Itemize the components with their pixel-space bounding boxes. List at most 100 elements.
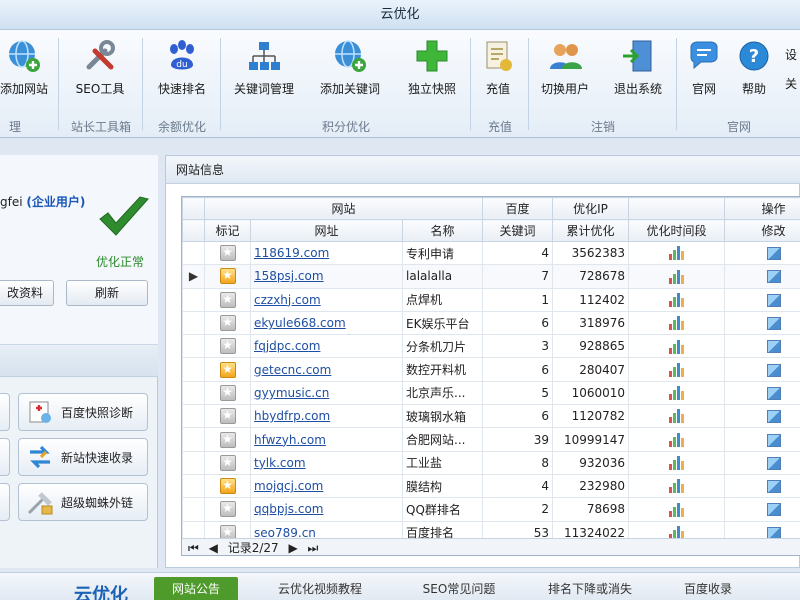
table-row[interactable]: hfwzyh.com合肥网站...3910999147: [182, 427, 800, 452]
site-url-link[interactable]: qqbpjs.com: [250, 497, 403, 522]
bar-chart-icon[interactable]: [669, 269, 685, 284]
edit-icon[interactable]: [766, 340, 781, 354]
edit-cell[interactable]: [724, 264, 800, 289]
snapshot-button[interactable]: 独立快照: [400, 36, 464, 128]
edit-cell[interactable]: [724, 450, 800, 475]
edit-icon[interactable]: [766, 456, 781, 470]
edit-profile-button[interactable]: 改资料: [0, 280, 54, 306]
exit-system-button[interactable]: 退出系统: [606, 36, 670, 128]
edit-icon[interactable]: [766, 363, 781, 377]
star-icon[interactable]: [219, 408, 236, 425]
tool-stub-button[interactable]: [0, 393, 10, 431]
tab-seo-faq[interactable]: SEO常见问题: [404, 577, 514, 600]
bar-chart-icon[interactable]: [669, 456, 685, 471]
column-header-url[interactable]: 网址: [250, 219, 403, 242]
row-selector[interactable]: [182, 427, 205, 452]
bar-chart-icon[interactable]: [669, 339, 685, 354]
star-icon[interactable]: [219, 454, 236, 471]
mark-cell[interactable]: [204, 450, 251, 475]
edit-icon[interactable]: [766, 247, 781, 261]
add-keyword-button[interactable]: 添加关键词: [314, 36, 386, 128]
keyword-manage-button[interactable]: 关键词管理: [226, 36, 302, 128]
row-selector[interactable]: [182, 334, 205, 359]
official-site-button[interactable]: 官网: [684, 36, 724, 128]
edit-icon[interactable]: [766, 410, 781, 424]
star-icon[interactable]: [219, 338, 236, 355]
help-button[interactable]: ? 帮助: [734, 36, 774, 128]
star-icon[interactable]: [219, 431, 236, 448]
bar-chart-icon[interactable]: [669, 432, 685, 447]
mark-cell[interactable]: [204, 310, 251, 336]
column-header-keywords[interactable]: 关键词: [482, 219, 554, 242]
column-header-timespan[interactable]: 优化时间段: [628, 219, 726, 242]
star-icon[interactable]: [219, 315, 236, 332]
mark-cell[interactable]: [204, 404, 251, 429]
table-row[interactable]: ▶ 158psj.comlalalalla7728678: [182, 264, 800, 289]
mark-cell[interactable]: [204, 357, 251, 382]
edit-icon[interactable]: [766, 433, 781, 447]
table-row[interactable]: fqjdpc.com分条机刀片3928865: [182, 334, 800, 359]
star-icon[interactable]: [219, 245, 236, 262]
edit-cell[interactable]: [724, 473, 800, 499]
tab-site-notice[interactable]: 网站公告: [154, 577, 238, 600]
edit-cell[interactable]: [724, 497, 800, 522]
timespan-cell[interactable]: [628, 497, 726, 522]
timespan-cell[interactable]: [628, 473, 726, 499]
site-url-link[interactable]: tylk.com: [250, 450, 403, 475]
edit-icon[interactable]: [766, 480, 781, 494]
row-selector[interactable]: [182, 473, 205, 499]
edit-icon[interactable]: [766, 317, 781, 331]
row-selector[interactable]: ▶: [182, 264, 205, 289]
bar-chart-icon[interactable]: [669, 409, 685, 424]
edit-cell[interactable]: [724, 427, 800, 452]
site-url-link[interactable]: ekyule668.com: [250, 310, 403, 336]
mark-cell[interactable]: [204, 287, 251, 312]
table-row[interactable]: ekyule668.comEK娱乐平台6318976: [182, 310, 800, 336]
site-url-link[interactable]: getecnc.com: [250, 357, 403, 382]
mark-cell[interactable]: [204, 380, 251, 406]
table-row[interactable]: tylk.com工业盐8932036: [182, 450, 800, 475]
row-selector[interactable]: [182, 357, 205, 382]
star-icon[interactable]: [219, 361, 236, 378]
site-url-link[interactable]: czzxhj.com: [250, 287, 403, 312]
site-url-link[interactable]: fqjdpc.com: [250, 334, 403, 359]
table-row[interactable]: hbydfrp.com玻璃钢水箱61120782: [182, 404, 800, 429]
timespan-cell[interactable]: [628, 404, 726, 429]
mark-cell[interactable]: [204, 427, 251, 452]
mark-cell[interactable]: [204, 334, 251, 359]
tab-video-tutorial[interactable]: 云优化视频教程: [262, 577, 378, 600]
table-row[interactable]: czzxhj.com点焊机1112402: [182, 287, 800, 312]
site-url-link[interactable]: 158psj.com: [250, 264, 403, 289]
row-selector[interactable]: [182, 240, 205, 266]
timespan-cell[interactable]: [628, 450, 726, 475]
table-row[interactable]: getecnc.com数控开料机6280407: [182, 357, 800, 382]
mark-cell[interactable]: [204, 497, 251, 522]
timespan-cell[interactable]: [628, 357, 726, 382]
edit-icon[interactable]: [766, 386, 781, 400]
edit-cell[interactable]: [724, 240, 800, 266]
bar-chart-icon[interactable]: [669, 316, 685, 331]
star-icon[interactable]: [219, 291, 236, 308]
pager-next-button[interactable]: ▶: [288, 541, 297, 555]
row-selector[interactable]: [182, 310, 205, 336]
table-row[interactable]: mojqcj.com膜结构4232980: [182, 473, 800, 499]
timespan-cell[interactable]: [628, 287, 726, 312]
edit-cell[interactable]: [724, 287, 800, 312]
bar-chart-icon[interactable]: [669, 246, 685, 261]
site-url-link[interactable]: hfwzyh.com: [250, 427, 403, 452]
site-url-link[interactable]: hbydfrp.com: [250, 404, 403, 429]
super-spider-backlink-button[interactable]: 超级蜘蛛外链: [18, 483, 148, 521]
row-selector[interactable]: [182, 287, 205, 312]
timespan-cell[interactable]: [628, 264, 726, 289]
star-icon[interactable]: [219, 501, 236, 518]
add-site-button[interactable]: 添加网站: [0, 36, 52, 128]
timespan-cell[interactable]: [628, 334, 726, 359]
edit-icon[interactable]: [766, 270, 781, 284]
column-header-edit[interactable]: 修改: [724, 219, 800, 242]
seo-tools-button[interactable]: SEO工具: [68, 36, 132, 128]
column-header-mark[interactable]: 标记: [204, 219, 251, 242]
site-url-link[interactable]: gyymusic.cn: [250, 380, 403, 406]
row-selector[interactable]: [182, 450, 205, 475]
switch-user-button[interactable]: 切换用户: [534, 36, 596, 128]
edit-icon[interactable]: [766, 293, 781, 307]
